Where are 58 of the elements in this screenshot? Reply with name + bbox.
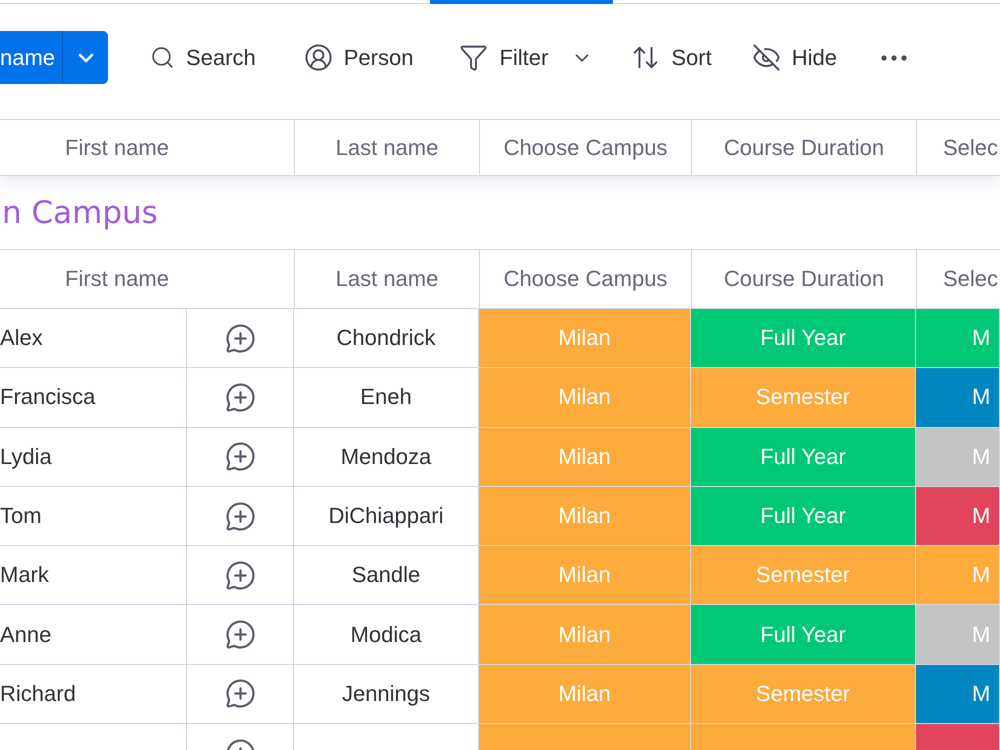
duration-label[interactable]: Semester (691, 546, 916, 606)
eye-slash-icon (752, 43, 781, 72)
campus-label[interactable]: Milan (479, 486, 691, 546)
chat-plus-icon[interactable] (224, 322, 256, 354)
duration-label[interactable]: Full Year (691, 605, 916, 665)
campus-label[interactable]: Milan (479, 309, 691, 368)
duration-label[interactable]: Full Year (691, 309, 916, 368)
column-header: Selec (916, 120, 1000, 175)
chat-plus-icon[interactable] (224, 382, 256, 413)
first-name-cell: Richard (0, 664, 187, 724)
more-icon (880, 54, 907, 60)
column-header: Last name (294, 120, 479, 175)
campus-label[interactable]: Milan (479, 605, 691, 665)
campus-label[interactable]: Milan (479, 368, 691, 428)
duration-label[interactable]: Semester (691, 368, 916, 428)
search-button[interactable]: Search (150, 38, 256, 78)
first-name-cell: Francisca (0, 368, 187, 428)
first-name-cell: Lydia (0, 428, 187, 487)
filter-button[interactable]: Filter (459, 38, 594, 78)
duration-label[interactable]: Full Year (691, 486, 916, 546)
campus-label[interactable]: Milan (479, 664, 691, 724)
status-label[interactable]: M (916, 546, 1000, 606)
campus-label[interactable]: Milan (479, 428, 691, 487)
first-name-cell: Anne (0, 605, 187, 665)
search-icon (150, 45, 175, 70)
chat-plus-icon[interactable] (224, 678, 256, 710)
first-name-cell: Alex (0, 309, 187, 368)
duration-label[interactable]: Semester (691, 664, 916, 724)
status-label[interactable]: M (916, 605, 1000, 665)
status-label[interactable]: M (916, 368, 1000, 428)
status-label[interactable]: M (916, 486, 1000, 546)
person-button[interactable]: Person (304, 38, 414, 78)
chat-plus-icon[interactable] (224, 619, 256, 650)
person-icon (304, 43, 333, 72)
status-label[interactable]: M (916, 428, 1000, 487)
column-header: Course Duration (691, 120, 916, 175)
chat-plus-icon[interactable] (224, 560, 256, 591)
filter-icon (459, 43, 488, 72)
column-header: Selec (916, 250, 1000, 308)
column-header: First name (64, 134, 170, 162)
hide-button[interactable]: Hide (752, 38, 837, 78)
chat-plus-icon[interactable] (224, 500, 256, 532)
dropdown-button[interactable] (62, 31, 108, 84)
first-name-cell: Mark (0, 546, 187, 606)
status-label[interactable]: M (916, 664, 1000, 724)
column-header: First name (64, 265, 170, 293)
duration-label[interactable]: Full Year (691, 428, 916, 487)
column-header: Choose Campus (479, 120, 691, 175)
sort-button[interactable]: Sort (631, 38, 712, 78)
group-title[interactable]: n Campus (2, 194, 158, 230)
campus-label[interactable]: Milan (479, 546, 691, 606)
column-header: Course Duration (691, 250, 916, 308)
column-header: Last name (294, 250, 479, 308)
column-header: Choose Campus (479, 250, 691, 308)
primary-button[interactable]: name (0, 31, 62, 84)
status-label[interactable]: M (916, 309, 1000, 368)
chat-plus-icon[interactable] (224, 441, 256, 472)
first-name-cell: Tom (0, 486, 187, 546)
